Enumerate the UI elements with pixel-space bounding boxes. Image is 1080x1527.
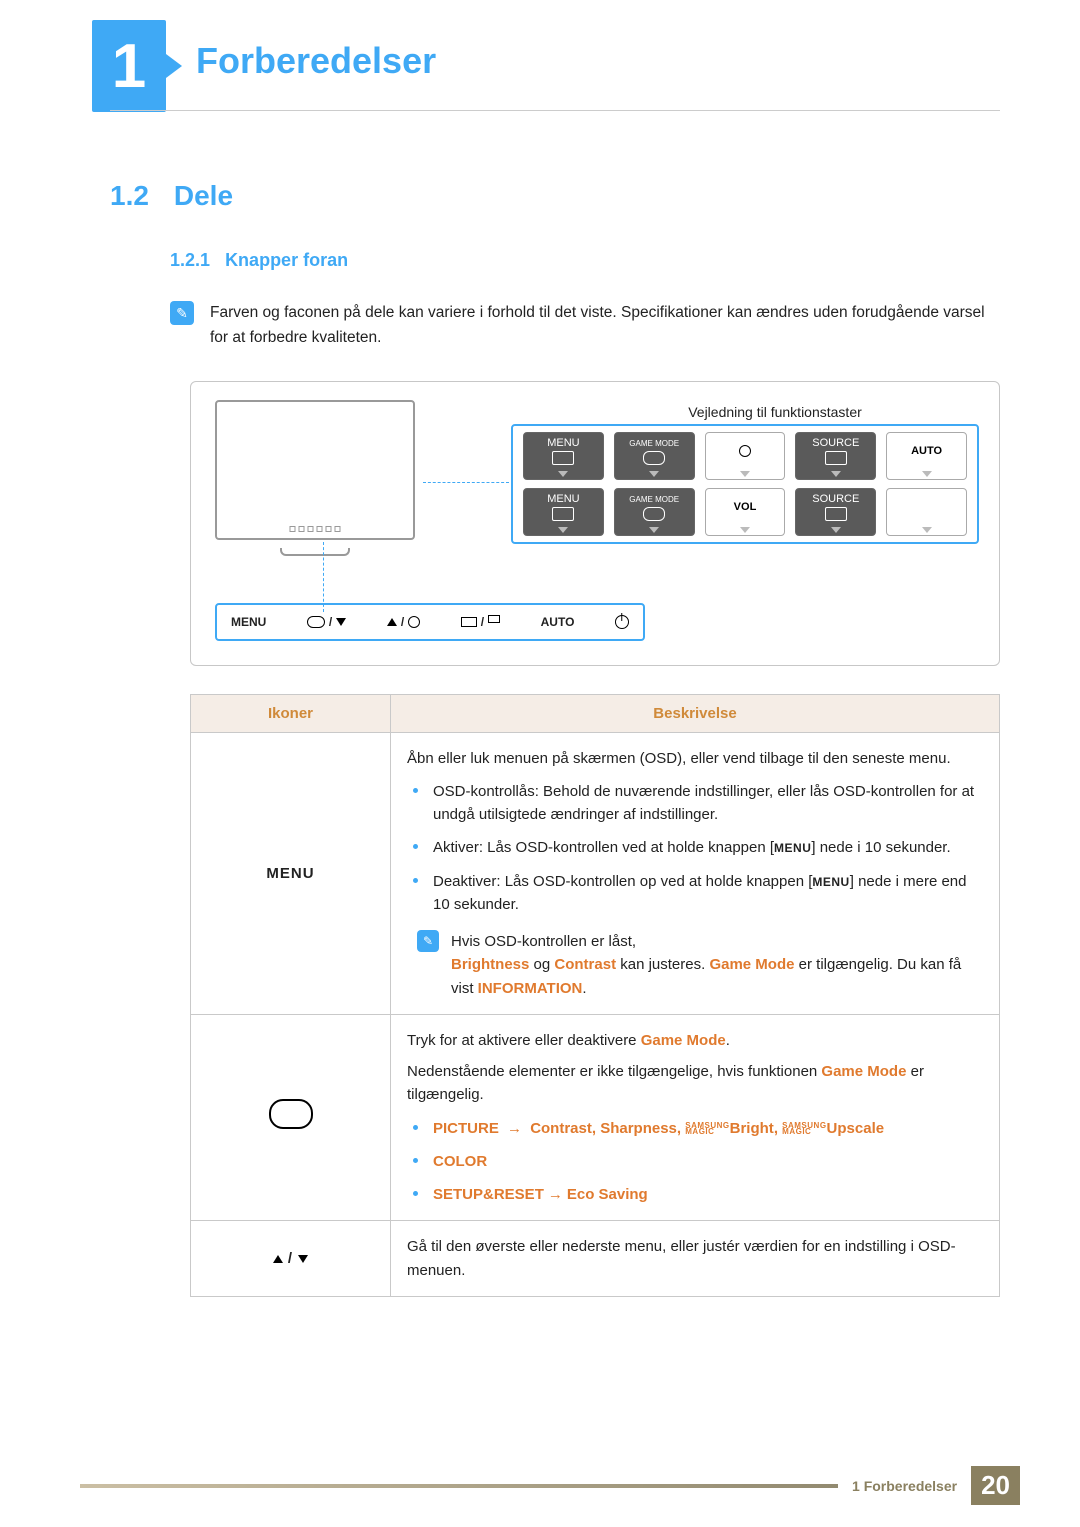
guide-cell-gamemode: GAME MODE xyxy=(614,488,695,536)
subsection-title: Knapper foran xyxy=(225,250,348,270)
sun-icon xyxy=(408,616,420,628)
subsection-number: 1.2.1 xyxy=(170,250,210,270)
desc-cell-updown: Gå til den øverste eller nederste menu, … xyxy=(391,1221,1000,1297)
table-row: / Gå til den øverste eller nederste menu… xyxy=(191,1221,1000,1297)
triangle-down-icon xyxy=(336,618,346,626)
icon-cell-gamepad xyxy=(191,1014,391,1221)
source-rect-icon xyxy=(488,615,500,623)
strip-menu: MENU xyxy=(231,615,266,629)
pencil-note-icon: ✎ xyxy=(417,930,439,952)
table-row: Tryk for at aktivere eller deaktivere Ga… xyxy=(191,1014,1000,1221)
samsung-magic-icon: SAMSUNGMAGIC xyxy=(782,1123,826,1134)
note-text: Farven og faconen på dele kan variere i … xyxy=(210,301,1000,351)
game-bullet-picture: PICTURE → Contrast, Sharpness, SAMSUNGMA… xyxy=(407,1117,983,1140)
guide-cell-auto: AUTO xyxy=(886,432,967,480)
physical-button-strip: MENU / / / AUTO xyxy=(215,603,645,641)
table-head-desc: Beskrivelse xyxy=(391,694,1000,732)
header-rule xyxy=(110,110,1000,111)
menu-bullet-deactivate: Deaktiver: Lås OSD-kontrollen op ved at … xyxy=(407,870,983,917)
table-row: MENU Åbn eller luk menuen på skærmen (OS… xyxy=(191,732,1000,1014)
guide-cell-brightness xyxy=(705,432,786,480)
guide-cell-vol: VOL xyxy=(705,488,786,536)
section-number: 1.2 xyxy=(110,180,170,212)
guide-cell-menu: MENU xyxy=(523,432,604,480)
gamepad-icon xyxy=(307,616,325,628)
page-content: 1.2 Dele 1.2.1 Knapper foran ✎ Farven og… xyxy=(110,180,1000,1297)
desc-cell-gamemode: Tryk for at aktivere eller deaktivere Ga… xyxy=(391,1014,1000,1221)
gamepad-icon xyxy=(269,1099,313,1129)
subnote-line1: Hvis OSD-kontrollen er låst, xyxy=(451,930,983,953)
menu-label-icon: MENU xyxy=(774,841,811,855)
samsung-magic-icon: SAMSUNGMAGIC xyxy=(685,1123,729,1134)
page-number: 20 xyxy=(971,1466,1020,1505)
triangle-up-icon xyxy=(387,618,397,626)
menu-label-icon: MENU xyxy=(812,875,849,889)
triangle-down-icon xyxy=(298,1255,308,1263)
menu-subnote: ✎ Hvis OSD-kontrollen er låst, Brightnes… xyxy=(407,930,983,1000)
monitor-outline-icon xyxy=(215,400,415,540)
desc-cell-menu: Åbn eller luk menuen på skærmen (OSD), e… xyxy=(391,732,1000,1014)
callout-line-icon xyxy=(423,482,509,483)
source-rect-icon xyxy=(461,617,477,627)
osd-guide-grid: MENU GAME MODE SOURCE AUTO MENU GAME MOD… xyxy=(511,424,979,544)
sun-icon xyxy=(739,445,751,457)
button-diagram: Vejledning til funktionstaster MENU GAME… xyxy=(190,381,1000,666)
game-bullet-setup: SETUP&RESET→Eco Saving xyxy=(407,1183,983,1206)
subnote-line2: Brightness og Contrast kan justeres. Gam… xyxy=(451,953,983,1000)
pencil-note-icon: ✎ xyxy=(170,301,194,325)
chapter-title: Forberedelser xyxy=(196,40,436,82)
power-icon xyxy=(615,615,629,629)
guide-cell-source: SOURCE xyxy=(795,488,876,536)
strip-game-down: / xyxy=(307,615,346,629)
icon-cell-updown: / xyxy=(191,1221,391,1297)
table-head-icons: Ikoner xyxy=(191,694,391,732)
subsection-heading: 1.2.1 Knapper foran xyxy=(170,250,1000,271)
guide-cell-empty xyxy=(886,488,967,536)
strip-auto: AUTO xyxy=(541,615,575,629)
monitor-stand-icon xyxy=(280,548,350,556)
strip-source: / xyxy=(461,615,500,629)
strip-power xyxy=(615,615,629,629)
icon-description-table: Ikoner Beskrivelse MENU Åbn eller luk me… xyxy=(190,694,1000,1297)
game-desc-p1: Tryk for at aktivere eller deaktivere Ga… xyxy=(407,1029,983,1052)
note-block: ✎ Farven og faconen på dele kan variere … xyxy=(170,301,1000,351)
strip-up-brightness: / xyxy=(387,615,420,629)
guide-cell-gamemode: GAME MODE xyxy=(614,432,695,480)
guide-cell-source: SOURCE xyxy=(795,432,876,480)
guide-caption: Vejledning til funktionstaster xyxy=(581,404,969,420)
footer-rule xyxy=(80,1484,838,1488)
section-title: Dele xyxy=(174,180,233,211)
guide-cell-menu: MENU xyxy=(523,488,604,536)
menu-bullet-lock: OSD-kontrollås: Behold de nuværende inds… xyxy=(407,780,983,827)
footer-chapter-label: 1 Forberedelser xyxy=(852,1478,957,1494)
game-desc-p2: Nedenstående elementer er ikke tilgængel… xyxy=(407,1060,983,1107)
menu-bullet-activate: Aktiver: Lås OSD-kontrollen ved at holde… xyxy=(407,836,983,859)
icon-cell-menu: MENU xyxy=(191,732,391,1014)
callout-line-icon xyxy=(323,542,324,612)
page-footer: 1 Forberedelser 20 xyxy=(80,1466,1020,1505)
chapter-number-badge: 1 xyxy=(92,20,166,112)
menu-desc-p1: Åbn eller luk menuen på skærmen (OSD), e… xyxy=(407,747,983,770)
game-bullet-color: COLOR xyxy=(407,1150,983,1173)
monitor-button-row-icon xyxy=(290,526,341,532)
triangle-up-icon xyxy=(273,1255,283,1263)
